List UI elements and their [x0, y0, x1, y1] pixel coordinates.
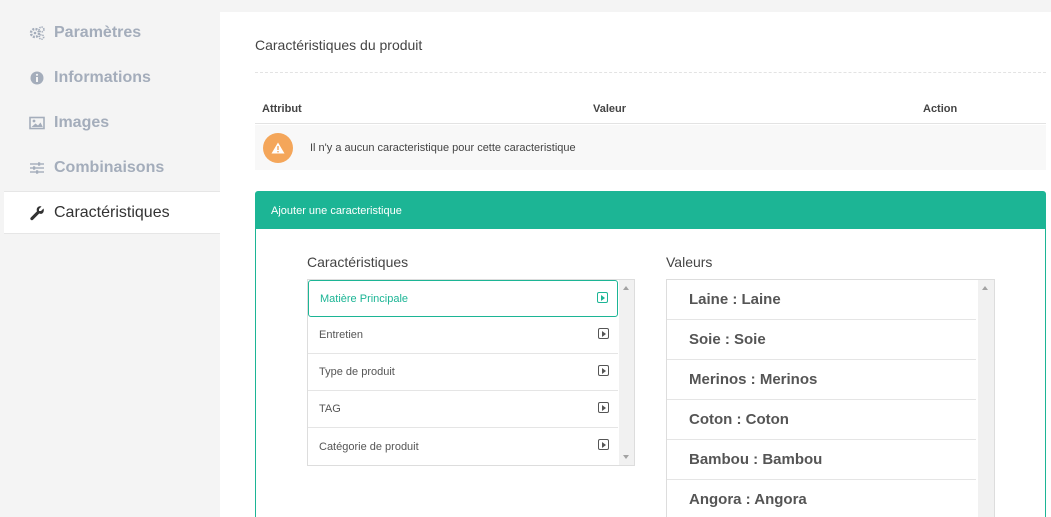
play-square-icon — [598, 328, 609, 339]
table-header: Attribut Valeur Action — [255, 98, 1046, 124]
list-item[interactable]: Soie : Soie — [667, 320, 976, 360]
feature-label: Catégorie de produit — [319, 440, 419, 453]
wrench-icon — [28, 204, 46, 222]
sidebar-item-label: Combinaisons — [54, 158, 165, 176]
list-item[interactable]: Laine : Laine — [667, 280, 976, 320]
alert-message: Il n'y a aucun caracteristique pour cett… — [310, 141, 576, 154]
divider — [255, 72, 1046, 73]
sidebar-item-combinaisons[interactable]: Combinaisons — [4, 146, 220, 189]
info-icon — [28, 69, 46, 87]
list-item[interactable]: Matière Principale — [308, 280, 618, 317]
feature-label: TAG — [319, 403, 341, 415]
column-header-action: Action — [923, 103, 958, 115]
warning-icon — [263, 132, 293, 163]
main-content: Caractéristiques du produit Attribut Val… — [220, 12, 1051, 517]
feature-label: Matière Principale — [320, 292, 409, 305]
list-item[interactable]: Entretien — [308, 317, 618, 354]
sidebar-item-parametres[interactable]: Paramètres — [4, 11, 220, 54]
sidebar: Paramètres Informations Images Combinais… — [0, 0, 220, 517]
play-square-icon — [598, 439, 609, 450]
sidebar-item-label: Paramètres — [54, 23, 142, 41]
play-square-icon — [598, 402, 609, 413]
values-list[interactable]: Laine : Laine Soie : Soie Merinos : Meri… — [666, 279, 995, 517]
column-header-attribut: Attribut — [262, 103, 302, 115]
sidebar-item-informations[interactable]: Informations — [4, 56, 220, 99]
scroll-down-icon[interactable] — [623, 455, 629, 459]
sliders-icon — [28, 159, 46, 177]
sidebar-item-label: Caractéristiques — [54, 203, 170, 221]
column-header-valeur: Valeur — [593, 103, 627, 115]
play-square-icon — [598, 365, 609, 376]
feature-label: Entretien — [319, 329, 364, 341]
panel-title: Ajouter une caracteristique — [256, 192, 1045, 229]
features-label: Caractéristiques — [307, 254, 409, 270]
list-item[interactable]: Angora : Angora — [667, 480, 976, 517]
list-item[interactable]: Type de produit — [308, 354, 618, 391]
list-item[interactable]: TAG — [308, 391, 618, 428]
scroll-up-icon[interactable] — [982, 286, 988, 290]
features-scrollbar[interactable] — [619, 280, 634, 465]
sidebar-item-label: Informations — [54, 68, 151, 86]
empty-alert: Il n'y a aucun caracteristique pour cett… — [255, 125, 1046, 170]
list-item[interactable]: Catégorie de produit — [308, 428, 618, 465]
scroll-up-icon[interactable] — [623, 286, 629, 290]
page-title: Caractéristiques du produit — [255, 37, 423, 53]
sidebar-item-label: Images — [54, 113, 110, 131]
values-label: Valeurs — [666, 254, 713, 270]
sidebar-item-images[interactable]: Images — [4, 101, 220, 144]
list-item[interactable]: Merinos : Merinos — [667, 360, 976, 400]
add-feature-panel: Ajouter une caracteristique Caractéristi… — [255, 191, 1046, 517]
values-scrollbar[interactable] — [978, 280, 994, 517]
feature-label: Type de produit — [319, 366, 395, 378]
list-item[interactable]: Coton : Coton — [667, 400, 976, 440]
list-item[interactable]: Bambou : Bambou — [667, 440, 976, 480]
play-square-icon — [597, 292, 608, 303]
image-icon — [28, 114, 46, 132]
gears-icon — [28, 24, 46, 42]
sidebar-item-caracteristiques[interactable]: Caractéristiques — [4, 191, 220, 234]
features-list[interactable]: Matière Principale Entretien Type de pro… — [307, 279, 635, 466]
